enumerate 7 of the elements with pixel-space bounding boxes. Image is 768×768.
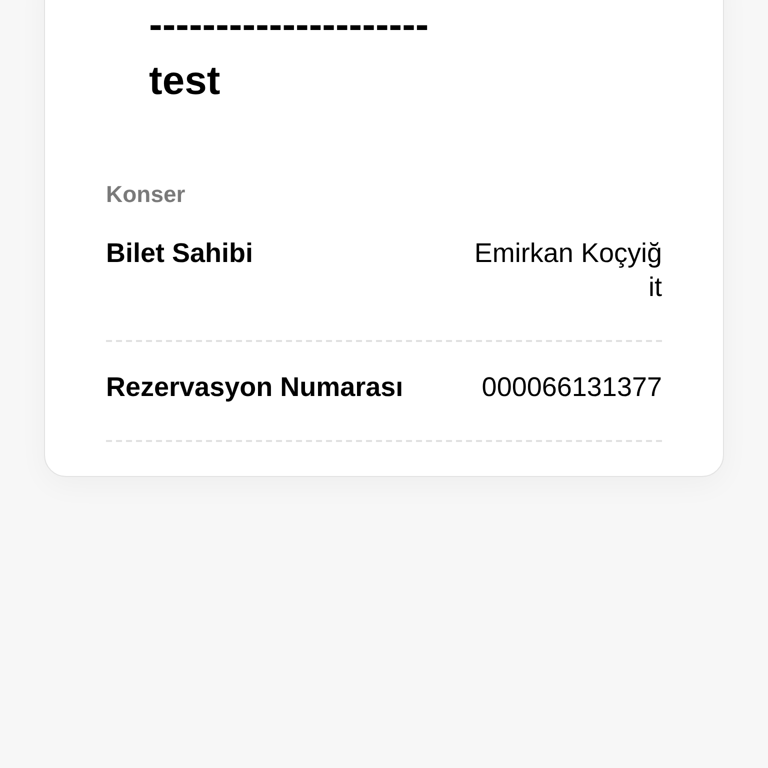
ticket-title: test	[149, 58, 222, 105]
field-label: Bilet Sahibi	[106, 237, 254, 270]
ticket-title: ---------------------	[149, 2, 430, 49]
category-label: Konser	[106, 181, 186, 208]
field-label: Rezervasyon Numarası	[106, 371, 404, 404]
field-value: Emirkan Koçyiğit	[473, 237, 662, 304]
field-value: 000066131377	[482, 371, 662, 404]
